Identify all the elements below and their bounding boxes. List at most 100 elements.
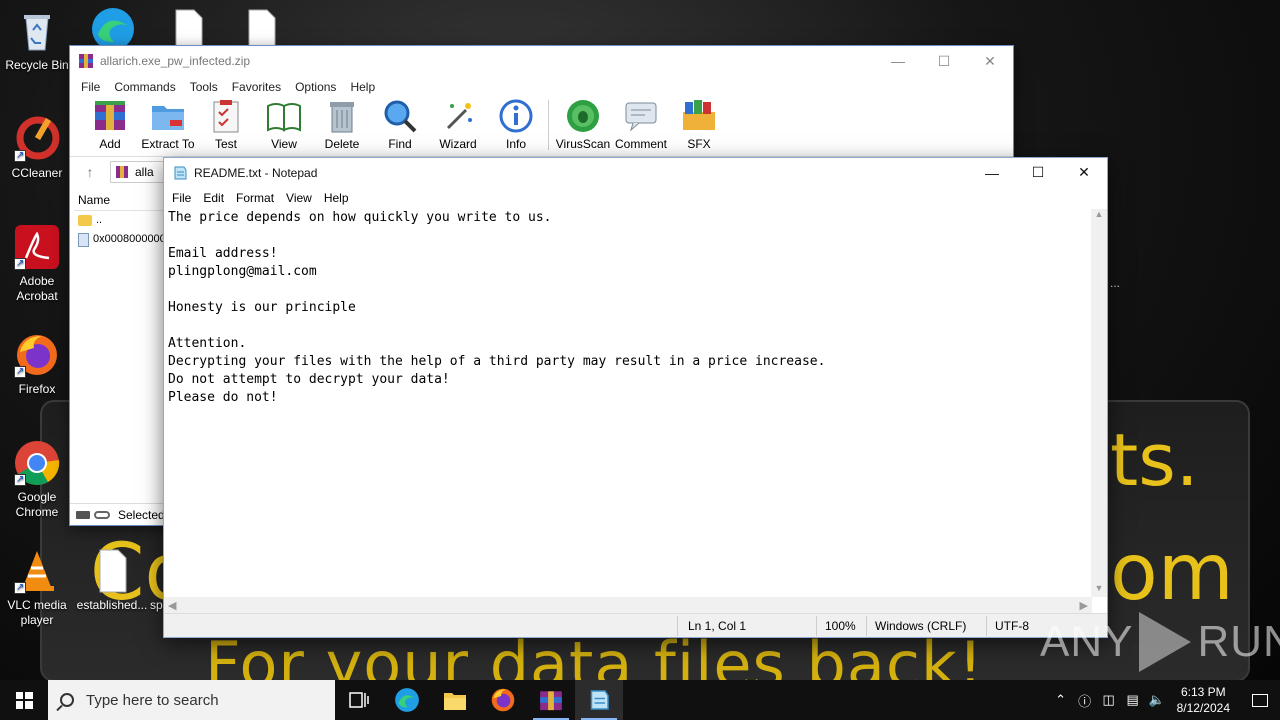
taskbar-firefox[interactable] [479, 680, 527, 720]
desktop-icon-established[interactable]: established... [76, 548, 148, 613]
shortcut-arrow-icon [14, 148, 26, 163]
taskbar-notepad[interactable] [575, 680, 623, 720]
menu-file[interactable]: File [166, 191, 197, 205]
taskbar-search[interactable]: Type here to search [48, 680, 335, 720]
menu-help[interactable]: Help [318, 191, 355, 205]
scroll-down-icon[interactable]: ▼ [1091, 583, 1107, 597]
virusscan-button[interactable]: VirusScan [555, 98, 611, 151]
firefox-icon [14, 332, 60, 379]
virus-scan-icon [567, 100, 599, 132]
volume-icon[interactable]: 🔈 [1145, 692, 1169, 708]
delete-button[interactable]: Delete [314, 98, 370, 151]
folder-icon [444, 693, 466, 710]
shortcut-arrow-icon [14, 364, 26, 379]
horizontal-scrollbar[interactable]: ◀ ▶ [164, 597, 1092, 614]
list-item[interactable]: .. [74, 211, 169, 230]
text-editor[interactable]: The price depends on how quickly you wri… [164, 209, 1092, 599]
status-divider [986, 616, 987, 636]
notepad-window[interactable]: README.txt - Notepad — ☐ ✕ File Edit For… [163, 157, 1108, 638]
extract-to-button[interactable]: Extract To [140, 98, 196, 151]
desktop-icon-firefox[interactable]: Firefox [1, 332, 73, 397]
zoom-level: 100% [825, 619, 856, 633]
notification-center-button[interactable] [1240, 693, 1280, 707]
notepad-titlebar[interactable]: README.txt - Notepad — ☐ ✕ [164, 158, 1107, 187]
sfx-button[interactable]: SFX [671, 98, 727, 151]
search-icon [60, 693, 74, 707]
notepad-statusbar: Ln 1, Col 1 100% Windows (CRLF) UTF-8 [164, 613, 1107, 637]
chrome-icon [14, 440, 60, 487]
menu-options[interactable]: Options [288, 80, 343, 94]
find-button[interactable]: Find [372, 98, 428, 151]
winrar-titlebar[interactable]: allarich.exe_pw_infected.zip — ☐ ✕ [70, 46, 1013, 76]
maximize-button[interactable]: ☐ [921, 46, 967, 76]
up-arrow-icon[interactable]: ↑ [70, 164, 110, 180]
status-divider [866, 616, 867, 636]
file-icon [78, 232, 89, 247]
menu-favorites[interactable]: Favorites [225, 80, 288, 94]
taskbar-file-explorer[interactable] [431, 680, 479, 720]
info-icon[interactable]: ⓘ [1073, 691, 1097, 710]
taskbar: Type here to search ⌃ ⓘ ◫ ▤ 🔈 6:13 PM 8/… [0, 680, 1280, 720]
view-button[interactable]: View [256, 98, 312, 151]
status-text: Selected [118, 507, 165, 522]
desktop-icon-ccleaner[interactable]: CCleaner [1, 116, 73, 181]
test-button[interactable]: Test [198, 98, 254, 151]
menu-format[interactable]: Format [230, 191, 280, 205]
clock[interactable]: 6:13 PM 8/12/2024 [1169, 684, 1240, 716]
desktop-icon-acrobat[interactable]: Adobe Acrobat [1, 224, 73, 304]
start-button[interactable] [0, 680, 48, 720]
menu-commands[interactable]: Commands [107, 80, 182, 94]
notepad-menubar: File Edit Format View Help [164, 187, 1107, 209]
clock-date: 8/12/2024 [1176, 701, 1230, 715]
taskbar-winrar[interactable] [527, 680, 575, 720]
usb-device-icon[interactable]: ◫ [1097, 692, 1121, 708]
menu-file[interactable]: File [74, 80, 107, 94]
sfx-box-icon [683, 100, 715, 130]
menu-help[interactable]: Help [343, 80, 382, 94]
desktop-icon-chrome[interactable]: Google Chrome [1, 440, 73, 520]
winrar-menubar: File Commands Tools Favorites Options He… [70, 76, 1013, 98]
column-header-name[interactable]: Name [74, 189, 169, 211]
notepad-app-icon [174, 166, 187, 179]
notepad-icon [590, 690, 609, 710]
taskbar-edge[interactable] [383, 680, 431, 720]
close-button[interactable]: ✕ [967, 46, 1013, 76]
close-button[interactable]: ✕ [1061, 158, 1107, 188]
wizard-button[interactable]: Wizard [430, 98, 486, 151]
menu-tools[interactable]: Tools [183, 80, 225, 94]
network-icon[interactable]: ▤ [1121, 692, 1145, 708]
shortcut-arrow-icon [14, 256, 26, 271]
desktop-icon-vlc[interactable]: VLC media player [1, 548, 73, 628]
scroll-up-icon[interactable]: ▲ [1091, 209, 1107, 223]
cursor-position: Ln 1, Col 1 [688, 619, 747, 633]
vertical-scrollbar[interactable]: ▲ ▼ [1091, 209, 1107, 597]
task-view-icon [349, 692, 369, 708]
tray-overflow-chevron-icon[interactable]: ⌃ [1049, 692, 1073, 708]
vlc-icon [14, 548, 60, 595]
task-view-button[interactable] [335, 680, 383, 720]
comment-button[interactable]: Comment [613, 98, 669, 151]
line-ending: Windows (CRLF) [875, 619, 967, 633]
minimize-button[interactable]: — [875, 46, 921, 76]
add-button[interactable]: Add [82, 98, 138, 151]
scroll-left-icon[interactable]: ◀ [168, 599, 176, 612]
maximize-button[interactable]: ☐ [1015, 158, 1061, 188]
folder-extract-icon [152, 106, 184, 130]
encoding: UTF-8 [995, 619, 1029, 633]
info-button[interactable]: Info [488, 98, 544, 151]
list-item[interactable]: 0x0008000000 [74, 230, 169, 249]
archive-icon [116, 165, 128, 178]
path-field[interactable]: alla [110, 160, 170, 183]
wallpaper-text: om [1110, 528, 1234, 618]
menu-edit[interactable]: Edit [197, 191, 230, 205]
desktop-icon-label: CCleaner [11, 166, 63, 180]
book-view-icon [267, 103, 301, 132]
desktop-icon-recycle-bin[interactable]: Recycle Bin [1, 8, 73, 73]
minimize-button[interactable]: — [969, 158, 1015, 188]
menu-view[interactable]: View [280, 191, 318, 205]
status-divider [816, 616, 817, 636]
scroll-right-icon[interactable]: ▶ [1080, 599, 1088, 612]
windows-logo-icon [15, 691, 33, 709]
acrobat-icon [14, 224, 60, 271]
toolbar-separator [548, 100, 549, 150]
